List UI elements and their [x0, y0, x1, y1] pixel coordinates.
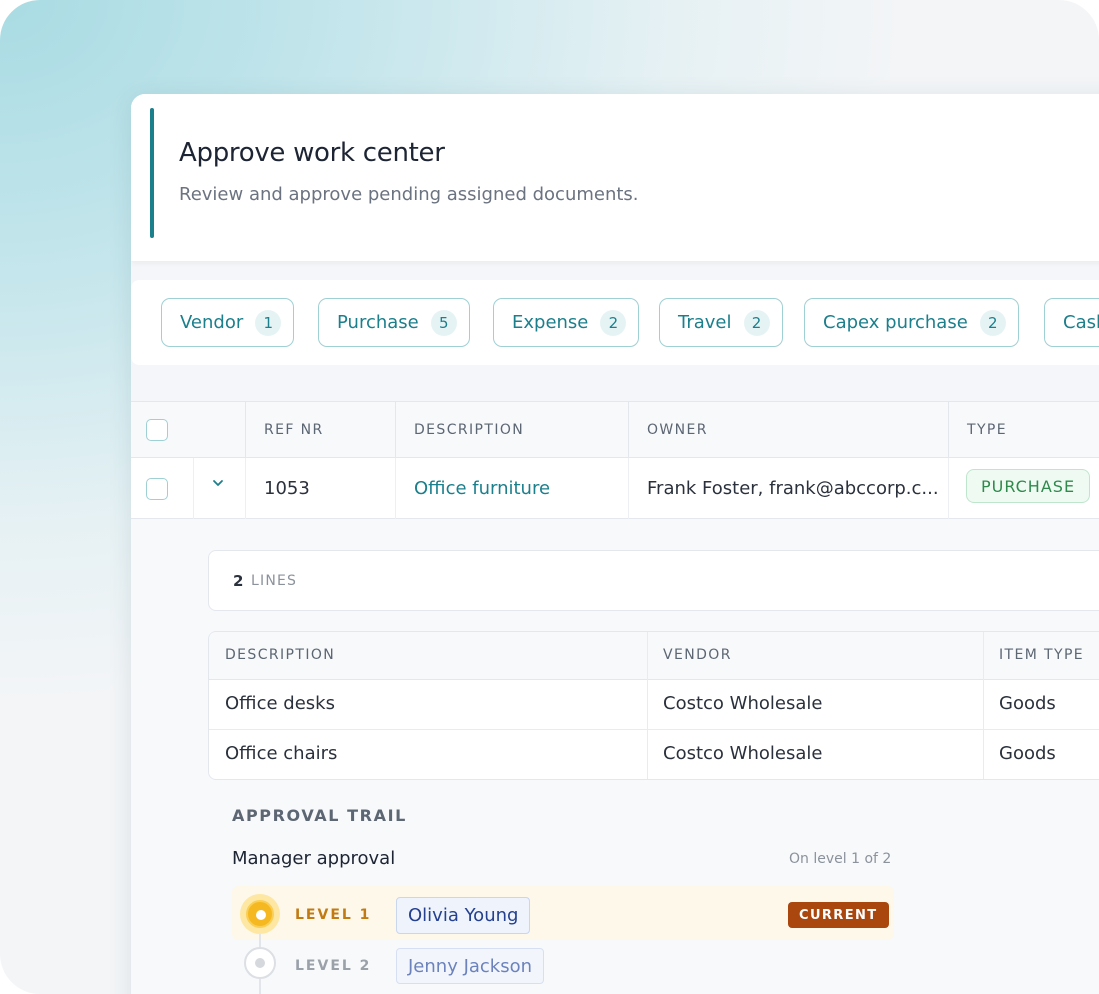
column-divider: [948, 402, 949, 459]
filter-chip-vendor[interactable]: Vendor 1: [161, 298, 295, 347]
column-header-item-type: ITEM TYPE: [999, 647, 1085, 663]
row-checkbox[interactable]: [146, 478, 168, 500]
column-header-vendor: VENDOR: [663, 647, 732, 663]
column-divider: [193, 458, 194, 519]
filter-chip-label: Travel: [678, 312, 732, 333]
column-divider: [245, 402, 246, 459]
type-badge: PURCHASE: [966, 469, 1090, 503]
filter-chip-purchase[interactable]: Purchase 5: [318, 298, 470, 347]
filter-chip-label: Vendor: [180, 312, 244, 333]
filter-chip-cash[interactable]: Cash: [1044, 298, 1099, 347]
current-status-badge: CURRENT: [788, 902, 889, 928]
document-type-filters: Vendor 1 Purchase 5 Expense 2 Travel 2 C…: [131, 280, 1099, 365]
filter-chip-label: Cash: [1063, 312, 1099, 333]
filter-chip-capex-purchase[interactable]: Capex purchase 2: [804, 298, 1019, 347]
page-title: Approve work center: [179, 138, 445, 168]
level-label: LEVEL 1: [295, 907, 372, 923]
select-all-checkbox[interactable]: [146, 419, 168, 441]
page-header: Approve work center Review and approve p…: [131, 94, 1099, 261]
column-header-type[interactable]: TYPE: [967, 422, 1007, 438]
approval-trail-heading: APPROVAL TRAIL: [232, 806, 407, 825]
approval-step-title: Manager approval: [232, 848, 396, 869]
filter-chip-travel[interactable]: Travel 2: [659, 298, 783, 347]
filter-chip-count: 2: [979, 309, 1006, 336]
filter-chip-count: 5: [430, 309, 457, 336]
line-item-vendor: Costco Wholesale: [663, 743, 823, 764]
line-item-type: Goods: [999, 743, 1056, 764]
page-subtitle: Review and approve pending assigned docu…: [179, 184, 639, 205]
line-item-row: Office desks Costco Wholesale Goods: [209, 680, 1099, 730]
lines-count: 2: [233, 572, 244, 590]
row-ref-nr: 1053: [264, 478, 310, 499]
column-header-owner[interactable]: OWNER: [647, 422, 708, 438]
pending-level-dot-icon: [244, 947, 276, 979]
lines-summary: 2 LINES: [208, 550, 1099, 611]
header-accent-bar: [150, 108, 154, 238]
approval-progress: On level 1 of 2: [789, 851, 892, 867]
table-header: REF NR DESCRIPTION OWNER TYPE: [131, 401, 1099, 459]
line-item-row: Office chairs Costco Wholesale Goods: [209, 730, 1099, 779]
lines-label: LINES: [251, 573, 298, 589]
column-divider: [948, 458, 949, 519]
approver-chip[interactable]: Olivia Young: [396, 897, 531, 934]
column-header-description: DESCRIPTION: [225, 647, 336, 663]
column-header-ref-nr[interactable]: REF NR: [264, 422, 324, 438]
line-items-table: DESCRIPTION VENDOR ITEM TYPE Office desk…: [208, 631, 1099, 780]
column-divider: [395, 402, 396, 459]
work-center-card: Approve work center Review and approve p…: [131, 94, 1099, 994]
line-item-type: Goods: [999, 693, 1056, 714]
approver-chip[interactable]: Jenny Jackson: [396, 948, 545, 984]
line-item-vendor: Costco Wholesale: [663, 693, 823, 714]
filter-chip-count: 2: [600, 309, 627, 336]
column-header-description[interactable]: DESCRIPTION: [414, 422, 524, 438]
current-level-dot-icon: [240, 894, 280, 934]
line-item-description-link[interactable]: Office chairs: [225, 743, 337, 764]
filter-chip-count: 1: [255, 309, 282, 336]
row-description-link[interactable]: Office furniture: [414, 478, 550, 499]
column-divider: [245, 458, 246, 519]
line-items-header: DESCRIPTION VENDOR ITEM TYPE: [209, 632, 1099, 680]
column-divider: [395, 458, 396, 519]
filter-chip-label: Capex purchase: [823, 312, 968, 333]
filter-chip-expense[interactable]: Expense 2: [493, 298, 640, 347]
filter-chip-count: 2: [743, 309, 770, 336]
row-owner: Frank Foster, frank@abccorp.c...: [647, 478, 939, 499]
level-label: LEVEL 2: [295, 958, 372, 974]
line-item-description-link[interactable]: Office desks: [225, 693, 335, 714]
table-row[interactable]: 1053 Office furniture Frank Foster, fran…: [131, 458, 1099, 519]
filter-chip-label: Expense: [512, 312, 589, 333]
chevron-down-icon[interactable]: [211, 475, 231, 495]
filter-chip-label: Purchase: [337, 312, 419, 333]
column-divider: [628, 402, 629, 459]
column-divider: [628, 458, 629, 519]
